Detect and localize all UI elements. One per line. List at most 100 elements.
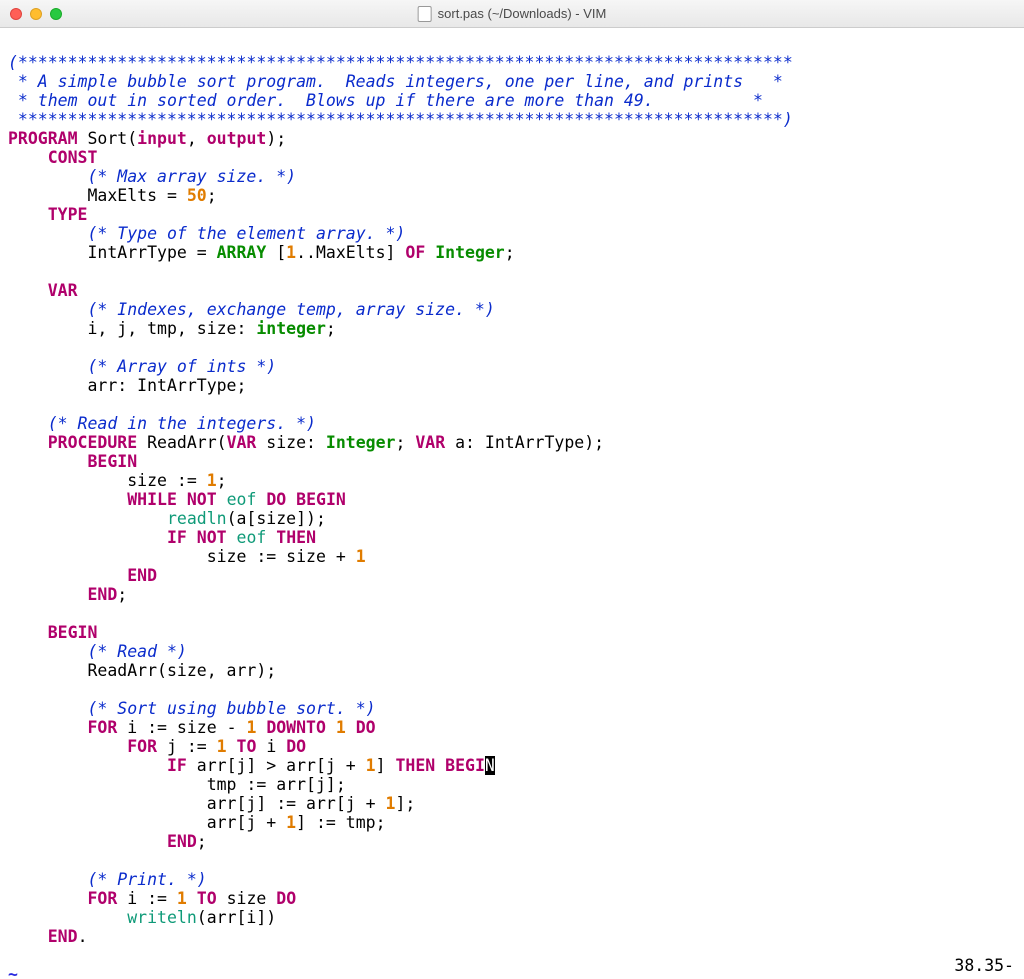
comment: (* Read *) — [87, 642, 186, 661]
kw-for: FOR — [87, 889, 117, 908]
kw-then: THEN — [276, 528, 316, 547]
kw-end: END — [48, 927, 78, 946]
indent — [8, 224, 87, 243]
builtin-eof: eof — [227, 490, 257, 509]
number: 1 — [286, 813, 296, 832]
indent — [8, 927, 48, 946]
ident: i, j, tmp, size: — [87, 319, 256, 338]
sp — [187, 889, 197, 908]
number: 1 — [366, 756, 376, 775]
kw-do: DO — [356, 718, 376, 737]
indent — [8, 547, 207, 566]
comment: (* Type of the element array. *) — [87, 224, 405, 243]
indent — [8, 775, 207, 794]
punct: ; — [197, 832, 207, 851]
document-icon — [418, 6, 432, 22]
kw-output: output — [207, 129, 267, 148]
indent — [8, 509, 167, 528]
indent — [8, 319, 87, 338]
sp — [187, 528, 197, 547]
ident: i := — [117, 889, 177, 908]
number: 1 — [336, 718, 346, 737]
kw-do: DO — [266, 490, 286, 509]
punct: [ — [276, 243, 286, 262]
sp — [256, 490, 266, 509]
kw-to: TO — [197, 889, 217, 908]
tilde-line: ~ — [8, 965, 18, 979]
indent — [8, 357, 87, 376]
punct: ; — [395, 433, 415, 452]
kw-to: TO — [237, 737, 257, 756]
ident: ReadArr(size, arr); — [87, 661, 276, 680]
comment-line: * — [654, 91, 763, 110]
sp — [435, 756, 445, 775]
punct: , — [187, 129, 207, 148]
indent — [8, 452, 87, 471]
punct: . — [78, 927, 88, 946]
kw-do: DO — [286, 737, 306, 756]
comment: (* Read in the integers. *) — [48, 414, 316, 433]
ident: i — [256, 737, 286, 756]
sp — [227, 737, 237, 756]
sp — [266, 243, 276, 262]
kw-downto: DOWNTO — [266, 718, 326, 737]
builtin-eof: eof — [237, 528, 267, 547]
window-title: sort.pas (~/Downloads) - VIM — [418, 6, 607, 22]
punct: ; — [326, 319, 336, 338]
indent — [8, 623, 48, 642]
indent — [8, 813, 207, 832]
indent — [8, 718, 87, 737]
indent — [8, 737, 127, 756]
kw-var: VAR — [48, 281, 78, 300]
comment-line: * them out in sorted order. Blows up if … — [8, 91, 654, 110]
number: 1 — [286, 243, 296, 262]
number: 1 — [386, 794, 396, 813]
comment: (* Max array size. *) — [87, 167, 296, 186]
indent — [8, 433, 48, 452]
minimize-button[interactable] — [30, 8, 42, 20]
kw-while: WHILE — [127, 490, 177, 509]
punct: .. — [296, 243, 316, 262]
close-button[interactable] — [10, 8, 22, 20]
window-titlebar: sort.pas (~/Downloads) - VIM — [0, 0, 1024, 28]
kw-begin: BEGIN — [87, 452, 137, 471]
editor-area[interactable]: (***************************************… — [0, 28, 1024, 979]
builtin-readln: readln — [167, 509, 227, 528]
comment: (* Sort using bubble sort. *) — [87, 699, 375, 718]
punct: ] — [376, 756, 396, 775]
sp — [227, 528, 237, 547]
kw-do: DO — [276, 889, 296, 908]
punct: ]; — [395, 794, 415, 813]
indent — [8, 756, 167, 775]
kw-begin-partial: BEGI — [445, 756, 485, 775]
comment-line: (***************************************… — [8, 53, 793, 72]
kw-for: FOR — [127, 737, 157, 756]
ident: size := — [127, 471, 206, 490]
indent — [8, 642, 87, 661]
number: 1 — [207, 471, 217, 490]
ident: size := size + — [207, 547, 356, 566]
maximize-button[interactable] — [50, 8, 62, 20]
ident: arr[j] := arr[j + — [207, 794, 386, 813]
ident: i := size - — [117, 718, 246, 737]
kw-for: FOR — [87, 718, 117, 737]
kw-not: NOT — [197, 528, 227, 547]
number: 1 — [246, 718, 256, 737]
builtin-writeln: writeln — [127, 908, 197, 927]
comment: (* Indexes, exchange temp, array size. *… — [87, 300, 494, 319]
ident: MaxElts = — [87, 186, 186, 205]
kw-end: END — [87, 585, 117, 604]
kw-const: CONST — [48, 148, 98, 167]
ident: size: — [256, 433, 326, 452]
ident: (arr[i]) — [197, 908, 276, 927]
indent — [8, 376, 87, 395]
sp — [256, 718, 266, 737]
punct: ; — [505, 243, 515, 262]
traffic-lights — [10, 8, 62, 20]
kw-procedure: PROCEDURE — [48, 433, 137, 452]
comment: (* Array of ints *) — [87, 357, 276, 376]
indent — [8, 832, 167, 851]
comment-line: ****************************************… — [8, 110, 793, 129]
type: integer — [256, 319, 326, 338]
kw-array: ARRAY — [217, 243, 267, 262]
